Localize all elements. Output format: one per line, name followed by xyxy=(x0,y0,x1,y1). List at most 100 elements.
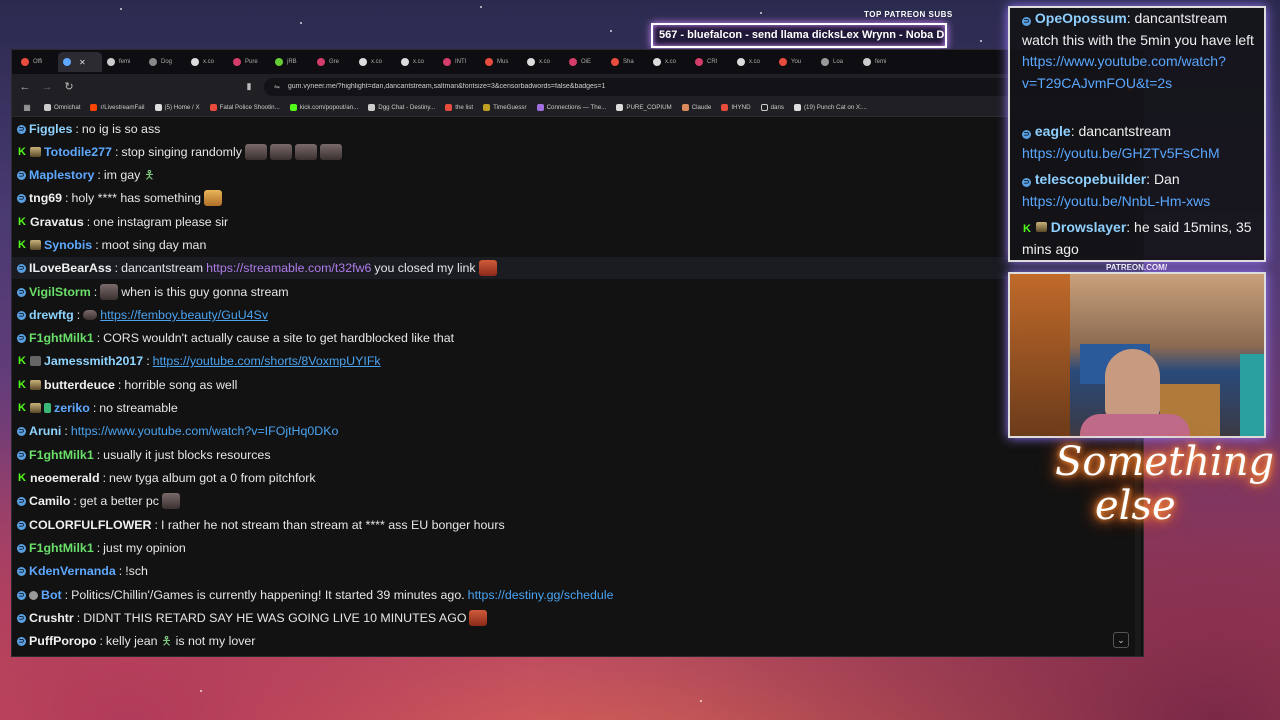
flair-icon: ⊃ xyxy=(17,450,26,460)
tab-bar: Offi ✕ femi Dog x.co Pure jRB Gre x.co x… xyxy=(12,50,1143,74)
bookmark-item[interactable]: PURE_COPIUM xyxy=(616,104,672,111)
stream-chat-message: ⊃ telescopebuilder: Dan https://youtu.be… xyxy=(1022,171,1211,209)
tab[interactable]: Pure xyxy=(228,52,270,72)
bookmark-item[interactable]: Connections — The... xyxy=(536,104,606,111)
bookmark-item[interactable]: the list xyxy=(445,104,473,111)
tab[interactable]: Loa xyxy=(816,52,858,72)
bookmark-favicon-icon xyxy=(536,104,544,111)
sub-badge-icon xyxy=(30,403,41,413)
tab[interactable]: femi xyxy=(102,52,144,72)
tab-favicon-icon xyxy=(569,58,577,66)
flair-icon: ⊃ xyxy=(17,543,26,553)
tab[interactable]: CRI xyxy=(690,52,732,72)
tab[interactable]: x.co xyxy=(522,52,564,72)
kick-icon: K xyxy=(18,146,26,158)
flair-icon: ⊃ xyxy=(17,170,26,180)
bookmark-item[interactable]: Claude xyxy=(681,104,711,111)
bookmark-item[interactable]: IHYND xyxy=(721,104,751,111)
bookmark-item[interactable]: kick.com/popout/an... xyxy=(289,104,358,111)
emote-icon xyxy=(83,310,98,320)
chat-message: ⊃ drewftg: https://femboy.beauty/GuU4Sv xyxy=(17,308,269,322)
chat-feed[interactable]: ⊃ Figgles: no ig is so ass K Totodile277: st… xyxy=(12,117,1143,656)
patreon-ticker: 567 - bluefalcon - send llama dicksLex W… xyxy=(651,23,947,48)
back-icon[interactable]: ← xyxy=(18,81,32,93)
tab[interactable]: femi xyxy=(858,52,900,72)
scroll-down-icon[interactable]: ⌄ xyxy=(1113,632,1129,648)
bookmark-item[interactable]: Dgg Chat - Destiny... xyxy=(368,104,435,111)
tab[interactable]: Dog xyxy=(144,52,186,72)
bookmark-item[interactable]: (5) Home / X xyxy=(154,104,200,111)
x-icon xyxy=(794,104,801,111)
tab[interactable]: Mus xyxy=(480,52,522,72)
badge-icon xyxy=(30,356,41,366)
tab-favicon-icon xyxy=(527,58,535,66)
flair-icon: ⊃ xyxy=(17,566,26,576)
url-field[interactable]: ⇋ gum.vyneer.me/?highlight=dan,dancantst… xyxy=(264,77,1115,96)
chat-link[interactable]: https://www.youtube.com/watch?v=IFOjtHq0… xyxy=(71,424,339,438)
stream-chat-message: K Drowslayer: he said 15mins, 35 mins ag… xyxy=(1022,219,1252,257)
tab[interactable]: Sha xyxy=(606,52,648,72)
bookmark-item[interactable]: r/LivestreamFail xyxy=(90,104,145,111)
bookmark-item[interactable]: Omnichat xyxy=(44,104,80,111)
kick-icon: K xyxy=(1023,223,1031,235)
stream-chat-overlay: ⊃ OpeOpossum: dancantstream watch this w… xyxy=(1008,6,1266,262)
bookmark-icon[interactable]: ▮ xyxy=(242,81,256,92)
chat-link[interactable]: https://streamable.com/t32fw6 xyxy=(206,261,371,275)
chat-message: ⊃ Bot: Politics/Chillin'/Games is currentl… xyxy=(17,588,614,602)
tab-close-icon[interactable]: ✕ xyxy=(79,58,86,67)
neon-something-else-sign: Something else xyxy=(1055,440,1274,550)
tab-favicon-icon xyxy=(233,58,241,66)
tab[interactable]: x.co xyxy=(396,52,438,72)
tab-favicon-icon xyxy=(107,58,115,66)
bookmark-folder[interactable]: dans xyxy=(760,104,784,111)
bookmark-item[interactable]: (19) Punch Cat on X:... xyxy=(794,104,867,111)
flair-icon: ⊃ xyxy=(17,263,26,273)
kick-icon: K xyxy=(18,402,26,414)
tab[interactable]: x.co xyxy=(354,52,396,72)
tab-favicon-icon xyxy=(695,58,703,66)
bookmark-favicon-icon xyxy=(483,104,491,111)
sub-badge-icon xyxy=(1035,222,1047,232)
tab-favicon-icon xyxy=(821,58,829,66)
chat-link[interactable]: https://destiny.gg/schedule xyxy=(468,588,614,602)
url-text: gum.vyneer.me/?highlight=dan,dancantstre… xyxy=(287,83,606,90)
tab[interactable]: x.co xyxy=(186,52,228,72)
neon-line-2: else xyxy=(1095,483,1176,529)
tab-favicon-icon xyxy=(653,58,661,66)
chat-message: ⊃ tng69: holy **** has something xyxy=(17,187,222,209)
flair-icon: ⊃ xyxy=(17,496,26,506)
chat-message: ⊃ Figgles: no ig is so ass xyxy=(17,122,161,136)
stream-chat-message: ⊃ OpeOpossum: dancantstream watch this w… xyxy=(1022,10,1254,91)
site-settings-icon[interactable]: ⇋ xyxy=(274,83,280,91)
patreon-url-label: PATREON.COM/ xyxy=(1106,263,1168,272)
emote-icon xyxy=(100,284,119,300)
tab[interactable]: x.co xyxy=(648,52,690,72)
address-bar-row: ← → ↻ ▮ ⇋ gum.vyneer.me/?highlight=dan,d… xyxy=(12,74,1143,99)
chat-message: K Synobis: moot sing day man xyxy=(18,238,207,252)
man-emote-icon: 🯅 xyxy=(161,634,172,648)
tab-active[interactable]: ✕ xyxy=(58,52,102,72)
emote-icon xyxy=(469,610,488,626)
chat-link[interactable]: https://youtube.com/shorts/8VoxmpUYIFk xyxy=(153,354,381,368)
chat-link[interactable]: https://femboy.beauty/GuU4Sv xyxy=(100,308,268,322)
folder-icon xyxy=(760,104,768,111)
bookmark-item[interactable]: TimeGuessr xyxy=(483,104,527,111)
bookmark-item[interactable]: Fatal Police Shootin... xyxy=(209,104,280,111)
reload-icon[interactable]: ↻ xyxy=(62,80,76,93)
chat-message: K Gravatus: one instagram please sir xyxy=(18,215,229,229)
tab-favicon-icon xyxy=(779,58,787,66)
apps-grid-icon[interactable]: ▦ xyxy=(20,103,34,112)
tab[interactable]: You xyxy=(774,52,816,72)
bookmark-favicon-icon xyxy=(209,104,217,111)
emote-icon xyxy=(244,144,267,160)
tab[interactable]: Offi xyxy=(16,52,58,72)
tab[interactable]: jRB xyxy=(270,52,312,72)
tab[interactable]: INTI xyxy=(438,52,480,72)
chat-message: ⊃ F1ghtMilk1: just my opinion xyxy=(17,541,186,555)
tab[interactable]: Gre xyxy=(312,52,354,72)
tab[interactable]: x.co xyxy=(732,52,774,72)
forward-icon[interactable]: → xyxy=(40,81,54,93)
flair-icon: ⊃ xyxy=(17,333,26,343)
tab[interactable]: OiE xyxy=(564,52,606,72)
flair-icon: ⊃ xyxy=(17,287,26,297)
